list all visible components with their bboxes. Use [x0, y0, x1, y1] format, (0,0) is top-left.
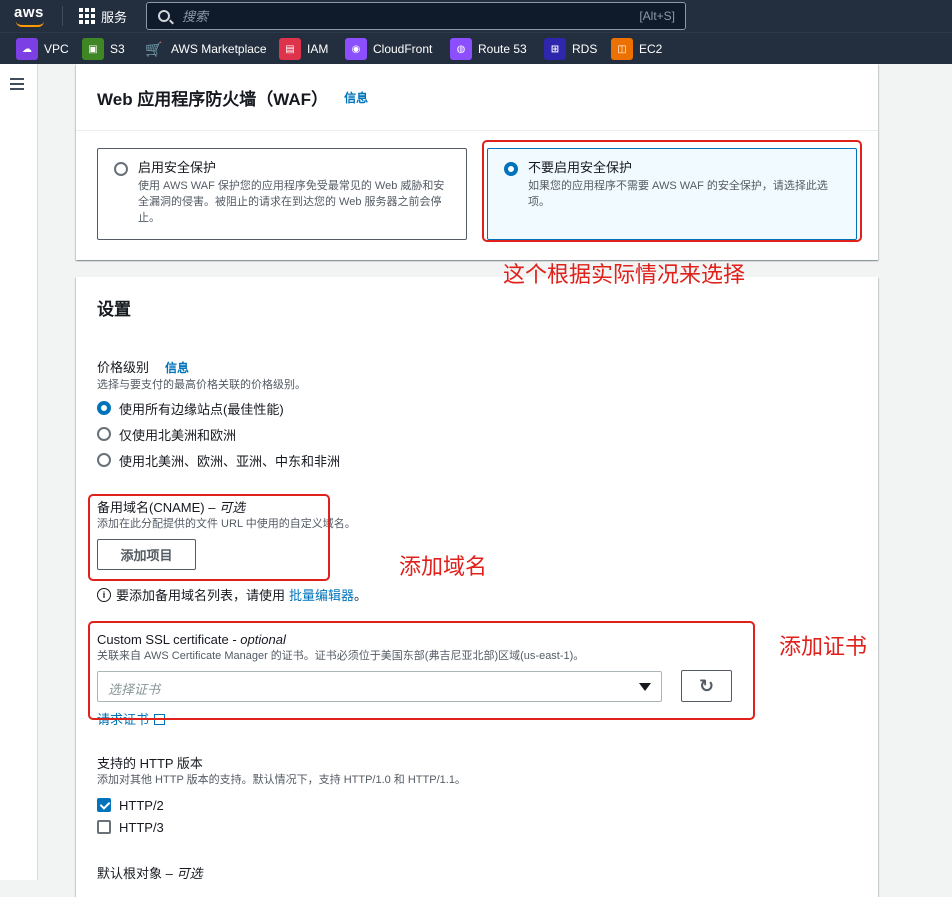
bulk-editor-link[interactable]: 批量编辑器 [289, 585, 354, 604]
note-text: 要添加备用域名列表，请使用 [116, 588, 286, 603]
waf-enable-title: 启用安全保护 [138, 160, 217, 175]
price-option-na-eu[interactable]: 仅使用北美洲和欧洲 [97, 421, 340, 447]
note-suffix: 。 [354, 588, 368, 603]
side-navigation [0, 64, 38, 880]
search-icon [158, 10, 170, 22]
http-version-label: 支持的 HTTP 版本 [97, 756, 203, 771]
favorites-bar: ☁ VPC ▣ S3 🛒 AWS Marketplace ▤ IAM ◉ CloudFro… [0, 32, 952, 64]
rds-icon: ⊞ [544, 38, 566, 60]
price-radio[interactable] [97, 453, 111, 467]
settings-title: 设置 [97, 299, 131, 319]
favorite-label: VPC [44, 42, 69, 56]
annotation-waf-note: 这个根据实际情况来选择 [503, 263, 746, 288]
favorite-label: IAM [307, 42, 329, 56]
iam-icon: ▤ [279, 38, 301, 60]
http2-label: HTTP/2 [119, 797, 164, 813]
top-navigation: aws 服务 [Alt+S] [0, 0, 952, 32]
favorite-label: RDS [572, 42, 598, 56]
services-label: 服务 [101, 9, 128, 25]
favorite-label: Route 53 [478, 42, 527, 56]
info-icon: i [97, 587, 111, 602]
http2-checkbox-row[interactable]: HTTP/2 [97, 794, 466, 816]
price-option-label: 使用所有边缘站点(最佳性能) [119, 401, 284, 417]
ec2-icon: ◫ [611, 38, 633, 60]
price-option-label: 仅使用北美洲和欧洲 [119, 427, 237, 443]
price-class-desc: 选择与要支付的最高价格关联的价格级别。 [97, 379, 306, 391]
cloudfront-icon: ◉ [345, 38, 367, 60]
annotation-cname-note: 添加域名 [399, 555, 488, 580]
favorite-vpc[interactable]: ☁ VPC [16, 38, 69, 60]
waf-info-link[interactable]: 信息 [344, 89, 368, 106]
price-info-link[interactable]: 信息 [165, 361, 189, 375]
waf-enable-tile[interactable]: 启用安全保护 使用 AWS WAF 保护您的应用程序免受最常见的 Web 威胁和… [97, 148, 467, 240]
annotation-box-cname [88, 494, 330, 581]
favorite-label: EC2 [639, 42, 663, 56]
http3-checkbox-row[interactable]: HTTP/3 [97, 816, 466, 838]
settings-panel: 设置 价格级别 信息 选择与要支付的最高价格关联的价格级别。 使用所有边缘站点(最… [76, 277, 878, 897]
http-version-desc: 添加对其他 HTTP 版本的支持。默认情况下，支持 HTTP/1.0 和 HTT… [97, 774, 466, 786]
services-menu-button[interactable]: 服务 [79, 6, 127, 26]
favorite-label: AWS Marketplace [171, 42, 267, 56]
price-class-label: 价格级别 信息 [97, 360, 190, 375]
favorite-s3[interactable]: ▣ S3 [82, 38, 125, 60]
price-class-field: 价格级别 信息 选择与要支付的最高价格关联的价格级别。 使用所有边缘站点(最佳性能… [97, 359, 340, 473]
favorite-aws-marketplace[interactable]: 🛒 AWS Marketplace [143, 38, 267, 60]
nav-divider [62, 6, 63, 26]
s3-icon: ▣ [82, 38, 104, 60]
bulk-editor-note: i 要添加备用域名列表，请使用 批量编辑器 。 [97, 585, 367, 604]
http2-checkbox[interactable] [97, 798, 111, 812]
price-radio[interactable] [97, 427, 111, 441]
annotation-ssl-note: 添加证书 [779, 635, 868, 660]
default-root-label: 默认根对象 – 可选 [97, 866, 203, 881]
settings-header: 设置 [76, 277, 878, 337]
favorite-iam[interactable]: ▤ IAM [279, 38, 328, 60]
waf-enable-desc: 使用 AWS WAF 保护您的应用程序免受最常见的 Web 威胁和安全漏洞的侵害… [138, 180, 445, 224]
price-radio[interactable] [97, 401, 111, 415]
route53-icon: ◍ [450, 38, 472, 60]
favorite-label: S3 [110, 42, 125, 56]
http3-checkbox[interactable] [97, 820, 111, 834]
favorite-label: CloudFront [373, 42, 433, 56]
waf-header: Web 应用程序防火墙（WAF） 信息 [76, 64, 878, 131]
aws-logo[interactable]: aws [14, 4, 48, 28]
vpc-icon: ☁ [16, 38, 38, 60]
search-input[interactable] [182, 8, 602, 24]
waf-title: Web 应用程序防火墙（WAF） [97, 89, 329, 109]
price-option-all[interactable]: 使用所有边缘站点(最佳性能) [97, 395, 340, 421]
annotation-box-ssl [88, 621, 755, 720]
default-root-field: 默认根对象 – 可选 [97, 865, 202, 882]
search-shortcut: [Alt+S] [639, 9, 675, 23]
price-option-na-eu-asia-me-af[interactable]: 使用北美洲、欧洲、亚洲、中东和非洲 [97, 447, 340, 473]
menu-icon[interactable] [10, 78, 24, 90]
search-bar[interactable]: [Alt+S] [146, 2, 686, 30]
favorite-ec2[interactable]: ◫ EC2 [611, 38, 662, 60]
favorite-cloudfront[interactable]: ◉ CloudFront [345, 38, 432, 60]
http3-label: HTTP/3 [119, 819, 164, 835]
cart-icon: 🛒 [143, 38, 165, 60]
favorite-route53[interactable]: ◍ Route 53 [450, 38, 527, 60]
waf-enable-radio[interactable] [114, 162, 128, 176]
favorite-rds[interactable]: ⊞ RDS [544, 38, 597, 60]
annotation-box-waf [482, 140, 862, 242]
grid-icon [79, 8, 95, 24]
price-option-label: 使用北美洲、欧洲、亚洲、中东和非洲 [119, 453, 341, 469]
http-version-field: 支持的 HTTP 版本 添加对其他 HTTP 版本的支持。默认情况下，支持 HT… [97, 755, 466, 838]
